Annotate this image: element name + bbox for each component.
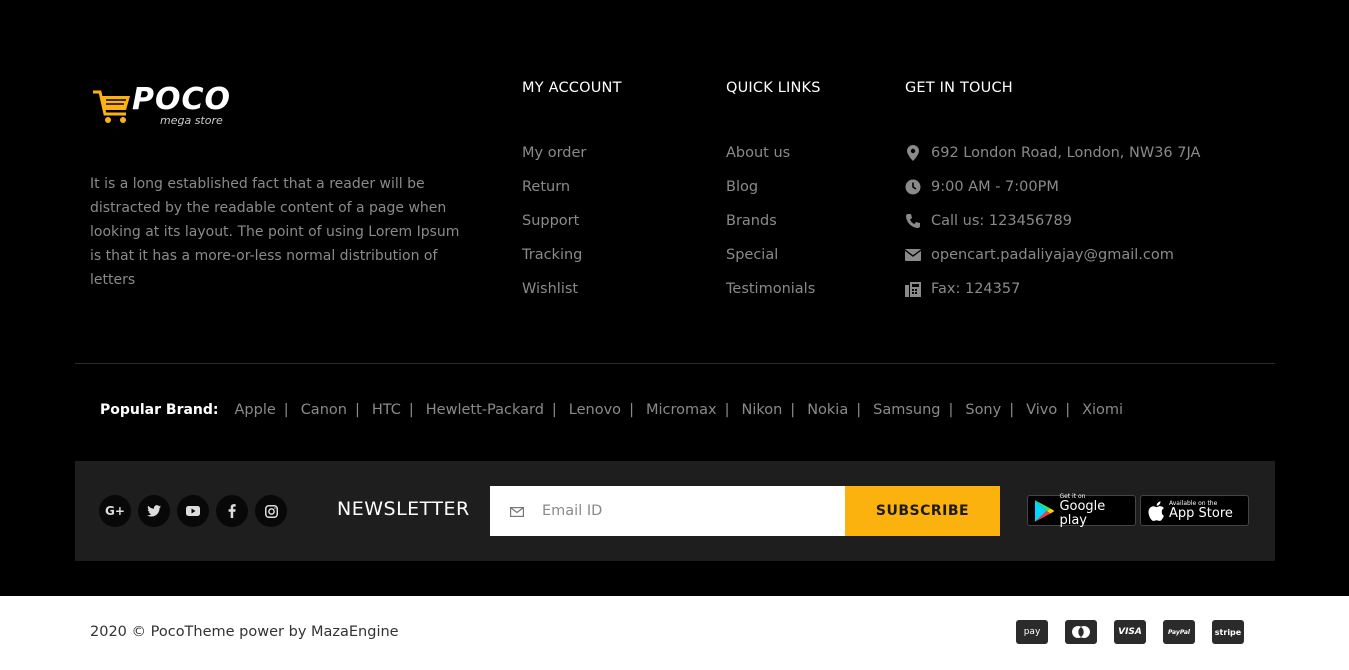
contact-hours-text: 9:00 AM - 7:00PM: [931, 179, 1059, 195]
quick-links-title: QUICK LINKS: [726, 80, 821, 96]
popular-brand-label: Popular Brand:: [100, 402, 219, 418]
my-account-links: My order Return Support Tracking Wishlis…: [522, 142, 586, 312]
contact-list: 692 London Road, London, NW36 7JA 9:00 A…: [905, 142, 1200, 312]
my-account-title: MY ACCOUNT: [522, 80, 622, 96]
brand-link-lenovo[interactable]: Lenovo: [569, 402, 621, 418]
contact-hours: 9:00 AM - 7:00PM: [905, 176, 1200, 210]
stripe-icon: stripe: [1212, 620, 1244, 644]
contact-phone: Call us: 123456789: [905, 210, 1200, 244]
link-testimonials[interactable]: Testimonials: [726, 278, 815, 312]
newsletter-title: NEWSLETTER: [337, 498, 470, 520]
link-blog[interactable]: Blog: [726, 176, 815, 210]
app-store-text: App Store: [1169, 506, 1233, 521]
brand-link-htc[interactable]: HTC: [372, 402, 401, 418]
phone-icon: [905, 213, 921, 229]
amazon-pay-icon: pay: [1016, 620, 1048, 644]
logo-name: POCO: [132, 82, 232, 117]
footer-divider: [75, 363, 1275, 364]
newsletter-email-field[interactable]: [490, 486, 845, 536]
logo[interactable]: POCO mega store: [92, 82, 242, 132]
paypal-label: PayPal: [1168, 628, 1190, 636]
youtube-icon[interactable]: [177, 495, 209, 527]
logo-tagline: mega store: [160, 114, 223, 127]
brand-link-samsung[interactable]: Samsung: [873, 402, 940, 418]
google-play-badge[interactable]: Get it on Google play: [1027, 493, 1136, 528]
newsletter-email-input[interactable]: [542, 503, 822, 519]
brand-link-nikon[interactable]: Nikon: [741, 402, 782, 418]
google-play-icon: [1034, 499, 1055, 522]
brand-separator: |: [724, 402, 730, 418]
visa-icon: VISA: [1114, 620, 1146, 644]
social-links: G+: [99, 495, 287, 527]
apple-icon: [1148, 500, 1164, 521]
brand-separator: |: [1009, 402, 1015, 418]
envelope-icon: [510, 502, 525, 521]
link-tracking[interactable]: Tracking: [522, 244, 586, 278]
subscribe-button[interactable]: SUBSCRIBE: [845, 486, 1000, 536]
brand-link-micromax[interactable]: Micromax: [646, 402, 717, 418]
twitter-icon[interactable]: [138, 495, 170, 527]
brand-link-sony[interactable]: Sony: [965, 402, 1001, 418]
stripe-label: stripe: [1214, 627, 1242, 637]
brand-separator: |: [1065, 402, 1071, 418]
contact-address-text: 692 London Road, London, NW36 7JA: [931, 145, 1201, 161]
contact-fax-text: Fax: 124357: [931, 281, 1021, 297]
link-wishlist[interactable]: Wishlist: [522, 278, 586, 312]
contact-phone-text: Call us: 123456789: [931, 213, 1072, 229]
link-return[interactable]: Return: [522, 176, 586, 210]
brand-link-nokia[interactable]: Nokia: [807, 402, 848, 418]
amazon-pay-label: pay: [1023, 627, 1041, 637]
popular-brands: Popular Brand: Apple | Canon | HTC | Hewlet…: [100, 402, 1123, 418]
quick-links-list: About us Blog Brands Special Testimonial…: [726, 142, 815, 312]
fax-icon: [905, 281, 921, 297]
map-marker-icon: [905, 145, 921, 161]
copyright-text: 2020 © PocoTheme power by MazaEngine: [90, 624, 399, 640]
link-brands[interactable]: Brands: [726, 210, 815, 244]
clock-icon: [905, 179, 921, 195]
visa-label: VISA: [1118, 627, 1142, 637]
get-in-touch-title: GET IN TOUCH: [905, 80, 1013, 96]
about-text: It is a long established fact that a rea…: [90, 176, 460, 288]
facebook-icon[interactable]: [216, 495, 248, 527]
brand-link-hewlett-packard[interactable]: Hewlett-Packard: [426, 402, 544, 418]
newsletter-bar: G+ NEWSLETTER SUBSCRIBE Get it on Go: [75, 461, 1275, 561]
bottom-bar: 2020 © PocoTheme power by MazaEngine pay…: [0, 596, 1349, 670]
contact-email-text: opencart.padaliyajay@gmail.com: [931, 247, 1174, 263]
link-my-order[interactable]: My order: [522, 142, 586, 176]
envelope-icon: [905, 247, 921, 263]
google-play-text: Google play: [1059, 499, 1106, 528]
brand-link-xiomi[interactable]: Xiomi: [1082, 402, 1123, 418]
brand-separator: |: [856, 402, 862, 418]
app-store-badge[interactable]: Available on the App Store: [1140, 495, 1249, 526]
brand-separator: |: [790, 402, 796, 418]
contact-address: 692 London Road, London, NW36 7JA: [905, 142, 1200, 176]
brand-separator: |: [283, 402, 289, 418]
google-plus-icon[interactable]: G+: [99, 495, 131, 527]
brand-link-apple[interactable]: Apple: [235, 402, 276, 418]
brand-link-vivo[interactable]: Vivo: [1026, 402, 1057, 418]
brand-link-canon[interactable]: Canon: [301, 402, 347, 418]
paypal-icon: PayPal: [1163, 620, 1195, 644]
brand-separator: |: [354, 402, 360, 418]
link-support[interactable]: Support: [522, 210, 586, 244]
contact-email[interactable]: opencart.padaliyajay@gmail.com: [905, 244, 1200, 278]
brand-separator: |: [551, 402, 557, 418]
mastercard-icon: [1065, 620, 1097, 644]
contact-fax: Fax: 124357: [905, 278, 1200, 312]
link-about-us[interactable]: About us: [726, 142, 815, 176]
brand-separator: |: [408, 402, 414, 418]
shopping-cart-icon: [93, 90, 130, 123]
brand-separator: |: [629, 402, 634, 418]
payment-methods: pay VISA PayPal stripe: [1016, 620, 1244, 644]
link-special[interactable]: Special: [726, 244, 815, 278]
instagram-icon[interactable]: [255, 495, 287, 527]
brand-separator: |: [948, 402, 954, 418]
